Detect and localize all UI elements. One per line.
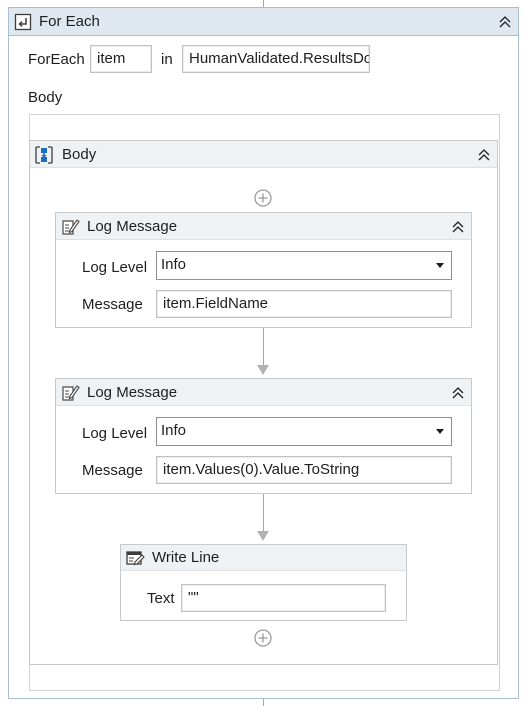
- write-line-header[interactable]: Write Line: [121, 545, 406, 571]
- log-message-activity-1[interactable]: Log Message Log Level Info Message item.…: [55, 212, 472, 328]
- log-level-value-1: Info: [161, 256, 187, 273]
- sequence-collapse-icon[interactable]: [475, 146, 493, 164]
- sequence-icon: [34, 145, 54, 165]
- write-line-title: Write Line: [152, 549, 220, 566]
- log-message-header-2[interactable]: Log Message: [56, 379, 471, 406]
- connector-arrow-2: [257, 531, 269, 541]
- message-label-1: Message: [82, 296, 143, 313]
- sequence-title: Body: [62, 146, 97, 163]
- log-message-title-1: Log Message: [87, 218, 178, 235]
- message-label-2: Message: [82, 462, 143, 479]
- foreach-item-input[interactable]: item: [90, 45, 152, 73]
- foreach-header[interactable]: For Each: [9, 8, 518, 36]
- foreach-collapse-icon[interactable]: [496, 13, 514, 31]
- log-level-label-1: Log Level: [82, 259, 148, 276]
- foreach-label: ForEach: [28, 51, 85, 68]
- message-input-1[interactable]: item.FieldName: [156, 290, 452, 318]
- write-line-text-input[interactable]: "": [181, 584, 386, 612]
- write-line-text-label: Text: [147, 590, 175, 607]
- log-message-icon: [60, 383, 80, 403]
- chevron-down-icon: [436, 263, 444, 268]
- add-activity-button-bottom[interactable]: [253, 628, 273, 648]
- collection-input[interactable]: HumanValidated.ResultsDocument: [182, 45, 370, 73]
- connector-arrow-1: [257, 365, 269, 375]
- log-message-title-2: Log Message: [87, 384, 178, 401]
- body-label: Body: [28, 89, 63, 106]
- log-level-value-2: Info: [161, 422, 187, 439]
- message-input-2[interactable]: item.Values(0).Value.ToString: [156, 456, 452, 484]
- bottom-connector: [263, 699, 264, 706]
- log-message-icon: [60, 217, 80, 237]
- add-activity-button-top[interactable]: [253, 188, 273, 208]
- foreach-title: For Each: [39, 13, 100, 30]
- log-message-collapse-icon-2[interactable]: [449, 384, 467, 402]
- top-connector: [263, 0, 264, 7]
- foreach-icon: [14, 13, 32, 31]
- connector-2: [263, 494, 264, 532]
- log-message-header-1[interactable]: Log Message: [56, 213, 471, 240]
- write-line-activity[interactable]: Write Line Text "": [120, 544, 407, 621]
- chevron-down-icon: [436, 429, 444, 434]
- in-label: in: [161, 51, 173, 68]
- log-level-select-1[interactable]: Info: [156, 251, 452, 280]
- log-level-label-2: Log Level: [82, 425, 148, 442]
- write-line-icon: [125, 548, 145, 568]
- log-level-select-2[interactable]: Info: [156, 417, 452, 446]
- log-message-activity-2[interactable]: Log Message Log Level Info Message item.…: [55, 378, 472, 494]
- connector-1: [263, 328, 264, 366]
- log-message-collapse-icon-1[interactable]: [449, 218, 467, 236]
- sequence-header[interactable]: Body: [30, 141, 497, 168]
